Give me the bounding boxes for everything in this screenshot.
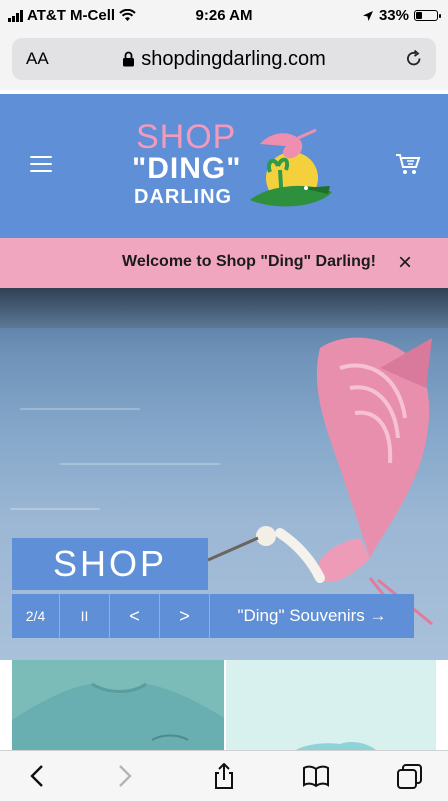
menu-icon[interactable] [30, 156, 52, 174]
site-header: SHOP "DING" DARLING [0, 94, 448, 238]
next-slide-button[interactable]: > [160, 594, 210, 638]
site-logo[interactable]: SHOP "DING" DARLING [124, 118, 334, 218]
battery-percent: 33% [378, 7, 409, 24]
logo-spoonbill-gator-art [250, 128, 332, 207]
product-image [296, 742, 376, 750]
address-bar[interactable]: AA shopdingdarling.com [12, 38, 436, 80]
location-icon [362, 10, 373, 21]
close-icon[interactable]: × [398, 249, 412, 277]
water-ripple [20, 408, 140, 410]
back-icon[interactable] [24, 763, 52, 789]
cart-icon[interactable] [394, 152, 422, 176]
product-tile[interactable] [226, 660, 436, 750]
water-ripple [10, 508, 100, 510]
status-bar: AT&T M-Cell 9:26 AM 33% [0, 0, 448, 34]
hero-slideshow: SHOP NOW 2/4 II < > "Ding" Souvenirs → [0, 288, 448, 660]
hero-shoreline [0, 288, 448, 328]
bookmarks-icon[interactable] [302, 763, 330, 789]
previous-slide-button[interactable]: < [110, 594, 160, 638]
product-tile[interactable] [12, 660, 224, 750]
logo-text-darling: DARLING [134, 186, 233, 208]
lock-icon [123, 51, 135, 67]
slide-counter: 2/4 [12, 594, 60, 638]
battery-fill [416, 12, 422, 19]
reload-icon[interactable] [404, 49, 424, 69]
pause-button[interactable]: II [60, 594, 110, 638]
battery-icon [414, 10, 441, 21]
forward-icon[interactable] [110, 763, 138, 789]
slideshow-controls: 2/4 II < > "Ding" Souvenirs → [12, 594, 414, 638]
share-icon[interactable] [210, 763, 238, 789]
browser-address-area: AA shopdingdarling.com [0, 34, 448, 90]
logo-text-ding: "DING" [132, 152, 242, 185]
product-grid [0, 660, 448, 750]
water-ripple [60, 463, 220, 465]
product-image [12, 682, 224, 750]
announcement-bar: Welcome to Shop "Ding" Darling! × [0, 238, 448, 288]
url-field[interactable]: shopdingdarling.com [12, 48, 436, 71]
url-text: shopdingdarling.com [141, 48, 326, 70]
shop-now-button[interactable]: SHOP NOW [12, 538, 208, 636]
tabs-icon[interactable] [396, 763, 424, 789]
announcement-text: Welcome to Shop "Ding" Darling! [122, 253, 376, 270]
browser-toolbar [0, 750, 448, 801]
ding-souvenirs-link[interactable]: "Ding" Souvenirs → [210, 594, 414, 638]
